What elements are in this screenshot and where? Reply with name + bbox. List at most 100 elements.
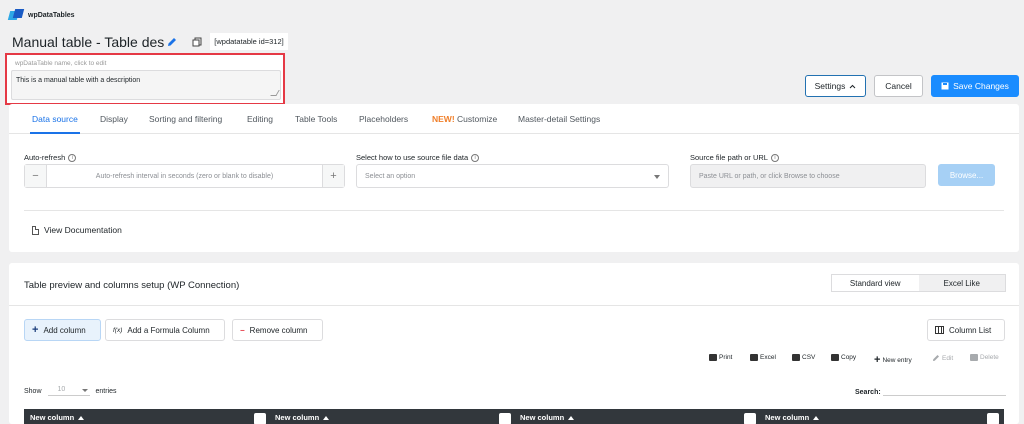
increment-button[interactable]: + bbox=[322, 165, 344, 187]
save-changes-button[interactable]: Save Changes bbox=[931, 75, 1019, 97]
browse-button[interactable]: Browse... bbox=[938, 164, 995, 186]
csv-button[interactable]: CSV bbox=[792, 354, 815, 361]
tab-customize[interactable]: NEW! Customize bbox=[432, 114, 497, 124]
gear-icon[interactable] bbox=[987, 413, 999, 424]
column-header-label: New column bbox=[30, 413, 75, 422]
delete-label: Delete bbox=[980, 354, 999, 361]
source-use-label: Select how to use source file data i bbox=[356, 153, 480, 162]
info-icon[interactable]: i bbox=[471, 153, 480, 162]
standard-view-button[interactable]: Standard view bbox=[832, 275, 919, 291]
sort-up-icon bbox=[78, 415, 85, 420]
info-icon[interactable]: i bbox=[770, 153, 779, 162]
name-hint[interactable]: wpDataTable name, click to edit bbox=[15, 60, 106, 67]
column-header-label: New column bbox=[520, 413, 565, 422]
new-entry-button[interactable]: + New entry bbox=[874, 354, 912, 366]
settings-label: Settings bbox=[814, 81, 846, 91]
tab-data-source[interactable]: Data source bbox=[30, 114, 80, 134]
save-label: Save Changes bbox=[953, 81, 1009, 91]
source-path-text: Source file path or URL bbox=[690, 153, 768, 162]
add-column-button[interactable]: + Add column bbox=[24, 319, 101, 341]
new-entry-label: New entry bbox=[882, 356, 912, 364]
search-input[interactable] bbox=[882, 384, 1006, 396]
new-badge: NEW! bbox=[432, 114, 455, 124]
add-column-label: Add column bbox=[43, 325, 86, 335]
trash-icon bbox=[970, 354, 978, 361]
tab-placeholders[interactable]: Placeholders bbox=[359, 114, 408, 124]
settings-panel: Data source Display Sorting and filterin… bbox=[9, 104, 1019, 252]
column-header[interactable]: New column bbox=[30, 413, 85, 422]
print-button[interactable]: Print bbox=[709, 354, 732, 361]
entries-selector: Show 10 entries bbox=[24, 386, 117, 396]
column-list-button[interactable]: Column List bbox=[927, 319, 1005, 341]
chevron-up-icon bbox=[850, 84, 856, 88]
title-row: Manual table - Table des [wpdatatable id… bbox=[12, 33, 288, 50]
settings-button[interactable]: Settings bbox=[805, 75, 866, 97]
column-header-label: New column bbox=[275, 413, 320, 422]
sort-up-icon bbox=[813, 415, 820, 420]
source-path-input[interactable]: Paste URL or path, or click Browse to ch… bbox=[690, 164, 926, 188]
page-title[interactable]: Manual table - Table des bbox=[12, 34, 164, 50]
source-path-label: Source file path or URL i bbox=[690, 153, 779, 162]
shortcode-badge: [wpdatatable id=312] bbox=[210, 33, 288, 50]
cancel-label: Cancel bbox=[885, 81, 912, 91]
gear-icon[interactable] bbox=[254, 413, 266, 424]
csv-label: CSV bbox=[802, 354, 816, 361]
gear-icon[interactable] bbox=[499, 413, 511, 424]
copy-button[interactable]: Copy bbox=[831, 354, 856, 361]
pencil-icon[interactable] bbox=[167, 36, 179, 48]
settings-tabs: Data source Display Sorting and filterin… bbox=[9, 104, 1019, 134]
add-formula-column-button[interactable]: f(x) Add a Formula Column bbox=[105, 319, 225, 341]
decrement-button[interactable]: − bbox=[25, 165, 47, 187]
column-header[interactable]: New column bbox=[275, 413, 330, 422]
excel-button[interactable]: Excel bbox=[750, 354, 776, 361]
print-icon bbox=[709, 354, 717, 361]
gear-icon[interactable] bbox=[744, 413, 756, 424]
column-header-label: New column bbox=[765, 413, 810, 422]
cancel-button[interactable]: Cancel bbox=[874, 75, 923, 97]
function-icon: f(x) bbox=[113, 326, 123, 334]
auto-refresh-stepper: − Auto-refresh interval in seconds (zero… bbox=[24, 164, 345, 188]
edit-button[interactable]: Edit bbox=[932, 354, 953, 362]
info-icon[interactable]: i bbox=[68, 153, 77, 162]
document-icon bbox=[32, 225, 39, 235]
caret-down-icon bbox=[654, 175, 660, 179]
tab-sorting-filtering[interactable]: Sorting and filtering bbox=[149, 114, 222, 124]
view-toggle: Standard view Excel Like bbox=[831, 274, 1006, 292]
logo-icon bbox=[9, 9, 23, 21]
tab-display[interactable]: Display bbox=[100, 114, 128, 124]
add-formula-label: Add a Formula Column bbox=[127, 325, 210, 335]
column-header[interactable]: New column bbox=[765, 413, 820, 422]
view-documentation-link[interactable]: View Documentation bbox=[32, 225, 122, 235]
minus-icon: − bbox=[240, 325, 245, 335]
auto-refresh-label: Auto-refresh i bbox=[24, 153, 77, 162]
remove-column-button[interactable]: − Remove column bbox=[232, 319, 323, 341]
copy-icon bbox=[831, 354, 839, 361]
tab-customize-label: Customize bbox=[457, 114, 498, 124]
excel-like-button[interactable]: Excel Like bbox=[919, 275, 1006, 291]
csv-icon bbox=[792, 354, 800, 361]
auto-refresh-input[interactable]: Auto-refresh interval in seconds (zero o… bbox=[47, 165, 322, 187]
column-list-label: Column List bbox=[949, 325, 992, 335]
copy-label: Copy bbox=[841, 354, 857, 361]
pencil-icon bbox=[933, 355, 939, 361]
divider bbox=[24, 210, 1004, 211]
tab-editing[interactable]: Editing bbox=[247, 114, 273, 124]
print-label: Print bbox=[719, 354, 733, 361]
show-label: Show bbox=[24, 387, 42, 395]
plus-icon: + bbox=[32, 324, 39, 336]
source-use-select[interactable]: Select an option bbox=[356, 164, 669, 188]
table-header: New column New column New column New col… bbox=[24, 409, 1004, 424]
column-header[interactable]: New column bbox=[520, 413, 575, 422]
app-logo: wpDataTables bbox=[9, 9, 75, 21]
source-use-text: Select how to use source file data bbox=[356, 153, 469, 162]
entries-select[interactable]: 10 bbox=[47, 386, 90, 396]
sort-up-icon bbox=[323, 415, 330, 420]
description-textarea[interactable]: This is a manual table with a descriptio… bbox=[11, 70, 281, 100]
copy-icon[interactable] bbox=[192, 36, 204, 48]
excel-label: Excel bbox=[760, 354, 776, 361]
tab-table-tools[interactable]: Table Tools bbox=[295, 114, 337, 124]
delete-button[interactable]: Delete bbox=[970, 354, 999, 361]
source-use-placeholder: Select an option bbox=[365, 172, 416, 180]
search-area: Search: bbox=[855, 384, 1006, 396]
tab-master-detail[interactable]: Master-detail Settings bbox=[518, 114, 600, 124]
